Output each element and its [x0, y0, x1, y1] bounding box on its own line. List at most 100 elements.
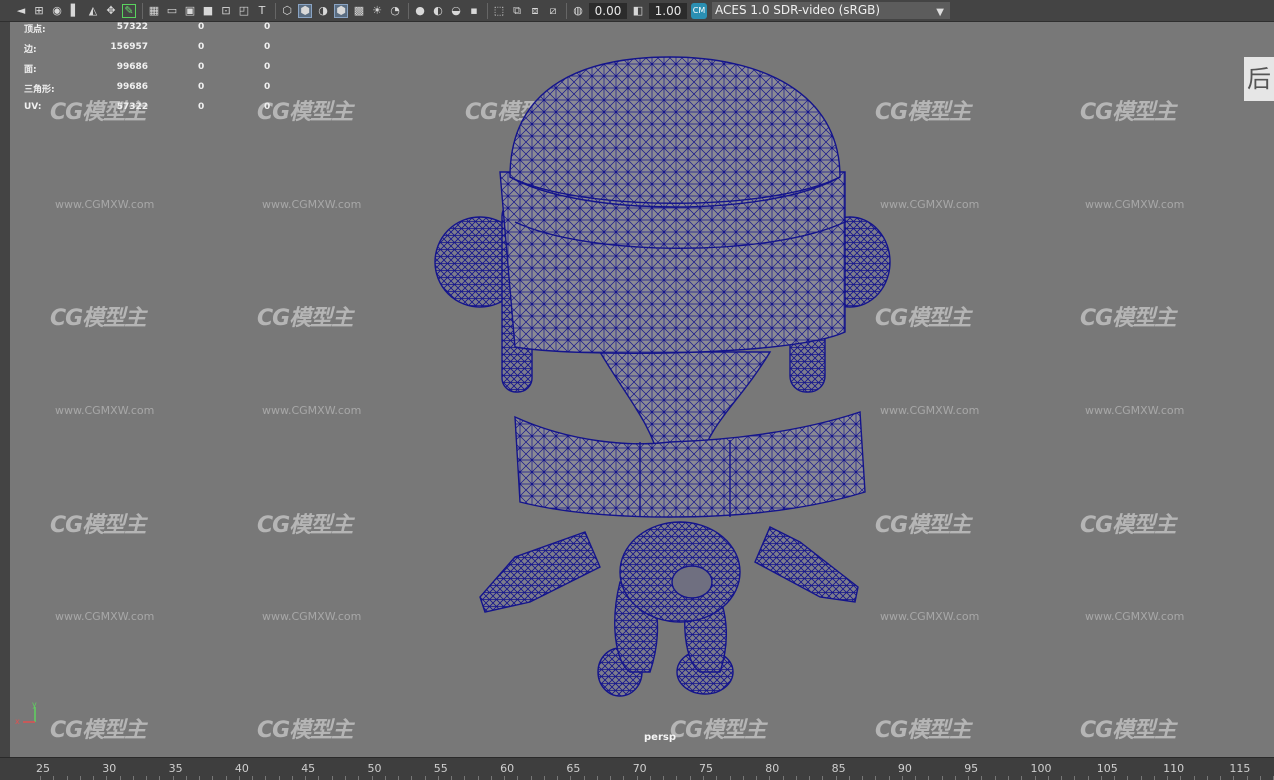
time-slider[interactable]: 25 30 35 40 45 50 55 60 65 70 75 80 85 90 95 100 105 110 1… [0, 757, 1274, 780]
xray-active-icon[interactable]: ⧈ [528, 4, 542, 18]
timeline-tick [795, 776, 797, 780]
axis-x-label: x [15, 717, 20, 726]
anti-aliasing-icon[interactable]: ◒ [449, 4, 463, 18]
timeline-tick-label: 35 [168, 762, 183, 775]
timeline-tick [1193, 776, 1195, 780]
timeline-tick [557, 776, 559, 780]
timeline-tick [809, 776, 811, 780]
grid-icon[interactable]: ▦ [147, 4, 161, 18]
wireframe-icon[interactable]: ⬡ [280, 4, 294, 18]
toolbar-divider [487, 2, 488, 19]
textured-icon[interactable]: ▩ [352, 4, 366, 18]
toolbar-divider [275, 2, 276, 19]
timeline-tick-label: 45 [301, 762, 316, 775]
timeline-tick [822, 776, 824, 780]
exposure-field[interactable]: 0.00 [589, 2, 627, 19]
timeline-tick [888, 776, 890, 780]
hud-label: UV: [24, 102, 42, 112]
lights-icon[interactable]: ☀ [370, 4, 384, 18]
timeline-tick-label: 80 [765, 762, 780, 775]
wireframe-on-shaded-icon[interactable]: ⬢ [334, 3, 348, 18]
timeline-tick [543, 776, 545, 780]
shadows-icon[interactable]: ◔ [388, 4, 402, 18]
hud-row-triangles: 三角形: 99686 0 0 [24, 82, 284, 102]
timeline-tick [225, 776, 227, 780]
hud-value: 57322 [116, 102, 148, 112]
timeline-tick [676, 776, 678, 780]
gamma-icon[interactable]: ◧ [631, 4, 645, 18]
field-chart-icon[interactable]: ⊡ [219, 4, 233, 18]
timeline-tick-label: 90 [897, 762, 912, 775]
timeline-tick [1233, 776, 1235, 780]
timeline-tick [1114, 776, 1116, 780]
timeline-tick [954, 776, 956, 780]
timeline-tick [305, 776, 307, 780]
timeline-tick [371, 776, 373, 780]
smooth-shade-icon[interactable]: ⬢ [298, 3, 312, 18]
timeline-tick [703, 776, 704, 780]
timeline-tick [981, 776, 983, 780]
hud-value: 0 [264, 42, 271, 52]
timeline-tick [623, 776, 625, 780]
gamma-field[interactable]: 1.00 [649, 2, 687, 19]
timeline-tick-label: 40 [234, 762, 249, 775]
timeline-tick-label: 110 [1163, 762, 1185, 775]
lock-camera-icon[interactable]: ⊞ [32, 4, 46, 18]
persp-viewport[interactable]: CG模型主 CG模型主 CG模型主 CG模型主 CG模型主 CG模型主 CG模型… [10, 22, 1274, 757]
screen-space-ao-icon[interactable]: ● [413, 4, 427, 18]
timeline-tick-label: 100 [1030, 762, 1052, 775]
camera-attributes-icon[interactable]: ◉ [50, 4, 64, 18]
resolution-gate-icon[interactable]: ▣ [183, 4, 197, 18]
hud-value: 0 [264, 82, 271, 92]
safe-action-icon[interactable]: ◰ [237, 4, 251, 18]
default-material-icon[interactable]: ◑ [316, 4, 330, 18]
xray-icon[interactable]: ⧉ [510, 4, 524, 18]
hud-value: 0 [264, 22, 271, 32]
grease-pencil-icon[interactable]: ✎ [122, 3, 136, 18]
timeline-tick-label: 85 [831, 762, 846, 775]
timeline-tick [782, 776, 784, 780]
hud-value: 0 [198, 42, 205, 52]
2d-pan-zoom-icon[interactable]: ✥ [104, 4, 118, 18]
timeline-tick [464, 776, 466, 780]
gate-mask-icon[interactable]: ■ [201, 4, 215, 18]
hud-label: 三角形: [24, 85, 55, 95]
view-cube-back-face[interactable]: 后 [1244, 57, 1274, 101]
hud-value: 156957 [110, 42, 148, 52]
timeline-tick [1061, 776, 1063, 780]
image-plane-icon[interactable]: ◭ [86, 4, 100, 18]
timeline-tick [437, 776, 439, 780]
timeline-tick [1127, 776, 1129, 780]
timeline-tick [477, 776, 479, 780]
xray-joints-icon[interactable]: ⧄ [546, 4, 560, 18]
timeline-tick [411, 776, 413, 780]
timeline-tick [159, 776, 161, 780]
hud-value: 99686 [116, 82, 148, 92]
timeline-tick [1246, 776, 1248, 780]
timeline-tick-label: 55 [433, 762, 448, 775]
model-left-arm [479, 531, 601, 613]
timeline-tick [941, 776, 943, 780]
depth-of-field-icon[interactable]: ▪ [467, 4, 481, 18]
timeline-tick [835, 776, 837, 780]
bookmark-icon[interactable]: ▌ [68, 4, 82, 18]
hud-row-faces: 面: 99686 0 0 [24, 62, 284, 82]
exposure-icon[interactable]: ◍ [571, 4, 585, 18]
view-transform-dropdown[interactable]: ACES 1.0 SDR-video (sRGB) ▼ [712, 2, 950, 19]
timeline-tick [252, 776, 254, 780]
timeline-tick [968, 776, 970, 780]
motion-blur-icon[interactable]: ◐ [431, 4, 445, 18]
safe-title-icon[interactable]: T [255, 4, 269, 18]
select-camera-icon[interactable]: ◄ [14, 4, 28, 18]
timeline-tick [344, 776, 346, 780]
timeline-tick [636, 776, 638, 780]
isolate-select-icon[interactable]: ⬚ [492, 4, 506, 18]
wireframe-model[interactable] [10, 22, 1274, 757]
camera-name-label: persp [644, 732, 676, 743]
hud-row-vertices: 顶点: 57322 0 0 [24, 22, 284, 42]
axis-gizmo-icon: y x [15, 702, 37, 726]
color-management-toggle[interactable]: CM [691, 2, 707, 19]
axis-y-label: y [32, 702, 37, 709]
film-gate-icon[interactable]: ▭ [165, 4, 179, 18]
hud-value: 0 [198, 82, 205, 92]
